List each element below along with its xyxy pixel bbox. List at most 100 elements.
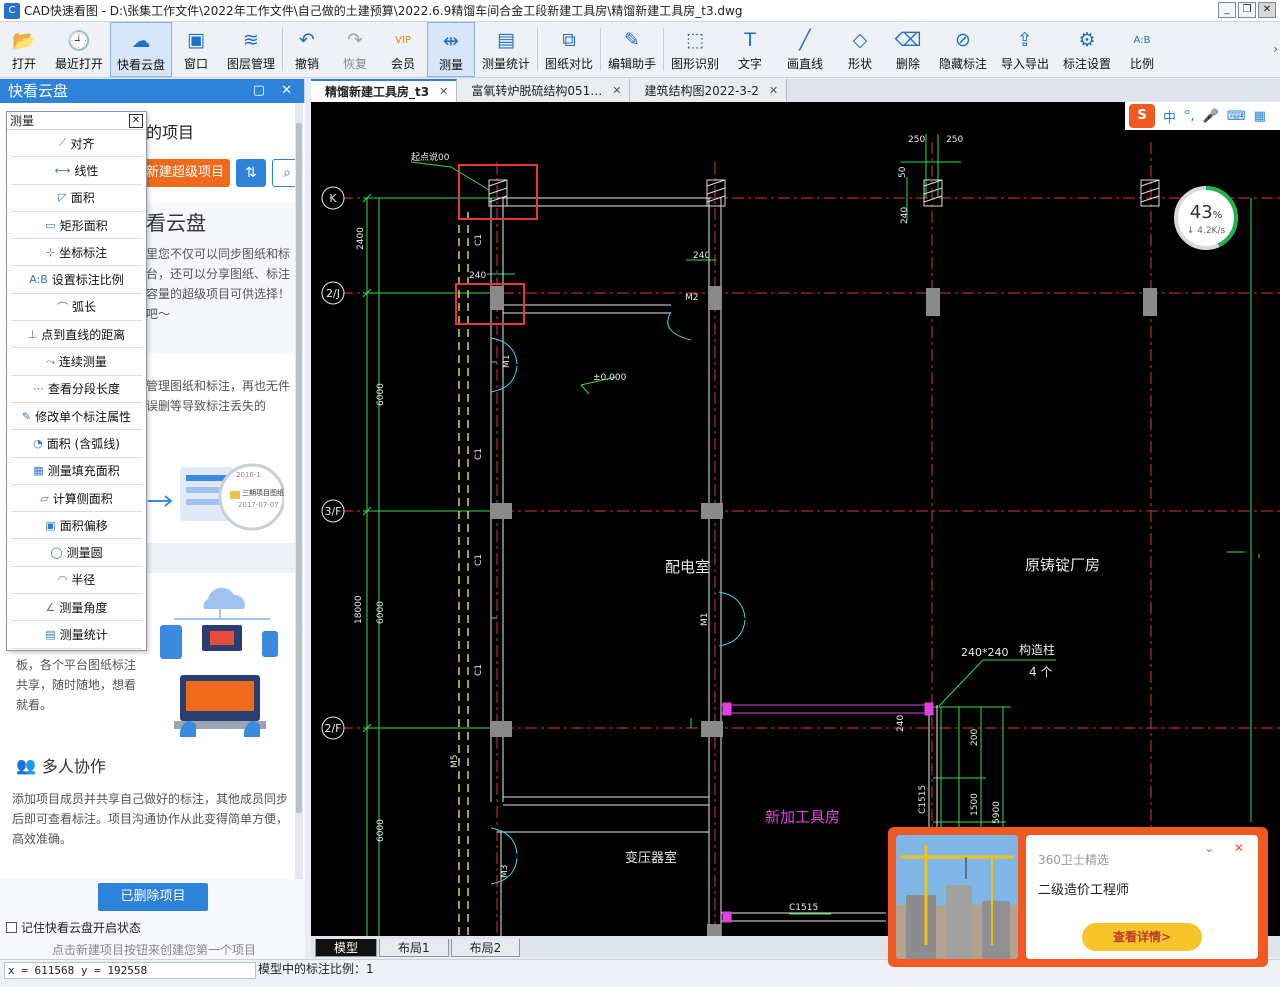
- toolbar-button-1[interactable]: 🕘 最近打开: [48, 22, 110, 77]
- toolbar-button-0[interactable]: 📂 打开: [0, 22, 48, 77]
- measure-menu-item[interactable]: ⤳ 连续测量: [11, 348, 142, 376]
- toolbar-button-20[interactable]: A:B 比例: [1118, 22, 1166, 77]
- measure-menu-item[interactable]: ◠ 半径: [11, 567, 142, 595]
- measure-menu-item[interactable]: ▱ 计算侧面积: [11, 485, 142, 513]
- remember-state-option[interactable]: 记住快看云盘开启状态: [6, 919, 141, 936]
- sync-icon[interactable]: ⇅: [236, 159, 266, 187]
- toolbar-button-5[interactable]: ↶ 撤销: [283, 22, 331, 77]
- toolbar-button-3[interactable]: ▣ 窗口: [172, 22, 220, 77]
- measure-menu-item[interactable]: ∠ 测量角度: [11, 594, 142, 622]
- toolbar-button-14[interactable]: ╱ 画直线: [774, 22, 836, 77]
- room-label-power: 配电室: [665, 558, 710, 576]
- ime-punctuation[interactable]: °,: [1184, 109, 1195, 124]
- toolbar-button-10[interactable]: ⧉ 图纸对比: [538, 22, 600, 77]
- measure-tool-icon: ◔: [33, 436, 43, 450]
- measure-menu-item-label: 查看分段长度: [47, 382, 120, 397]
- arrow-right-icon: [148, 495, 173, 507]
- document-tab[interactable]: 精馏新建工具房_t3 ✕: [311, 79, 458, 102]
- toolbar-button-12[interactable]: ⬚ 图形识别: [664, 22, 726, 77]
- toolbar-button-6[interactable]: ↷ 恢复: [331, 22, 379, 77]
- tab-close-icon[interactable]: ✕: [769, 84, 778, 97]
- microphone-icon[interactable]: 🎤: [1203, 109, 1219, 124]
- toolbar-button-8[interactable]: ⇹ 测量: [427, 22, 475, 77]
- document-tab[interactable]: 建筑结构图2022-3-2 ✕: [630, 79, 788, 102]
- sogou-logo-icon[interactable]: S: [1129, 104, 1155, 128]
- ad-popup[interactable]: ⌄ ✕ 360卫士精选 二级造价工程师 查看详情>: [888, 827, 1268, 967]
- measure-menu-item[interactable]: ⋯ 查看分段长度: [11, 376, 142, 403]
- network-speed-widget[interactable]: 43% ↓ 4.2K/s: [1174, 186, 1238, 250]
- toolbar-label: 撤销: [294, 57, 319, 71]
- toolbar-button-7[interactable]: VIP 会员: [379, 22, 427, 77]
- toolbar-button-11[interactable]: ✎ 编辑助手: [601, 22, 663, 77]
- remember-state-checkbox[interactable]: [6, 922, 17, 933]
- measure-menu-item[interactable]: ⊥ 点到直线的距离: [11, 321, 142, 349]
- toolbar-button-2[interactable]: ☁ 快看云盘: [110, 22, 172, 77]
- layout-tab[interactable]: 布局2: [450, 939, 521, 957]
- measure-tool-icon: ▱: [40, 491, 49, 505]
- drawing-canvas[interactable]: K 2/J 3/F 2/F 配电室 原铸锭厂房 新加工具房 变压器室 250 2…: [311, 102, 1280, 936]
- multi-platform-text: 板，各个平台图纸标注共享，随时随地，想看就看。: [16, 658, 137, 712]
- room-labels: 配电室 原铸锭厂房 新加工具房 变压器室: [625, 556, 1100, 866]
- toolbar-button-18[interactable]: ⇪ 导入导出: [994, 22, 1056, 77]
- measure-menu-item[interactable]: ◯ 测量圆: [11, 539, 142, 567]
- minimize-button[interactable]: _: [1218, 2, 1236, 18]
- keyboard-icon[interactable]: ⌨: [1227, 109, 1246, 124]
- toolbar-more-icon[interactable]: ›: [1273, 42, 1278, 56]
- toolbar-button-9[interactable]: ▤ 测量统计: [475, 22, 537, 77]
- ad-title[interactable]: 二级造价工程师: [1038, 879, 1129, 898]
- scrollbar-thumb[interactable]: [296, 123, 302, 813]
- tab-close-icon[interactable]: ✕: [439, 85, 448, 98]
- ime-language[interactable]: 中: [1163, 107, 1176, 126]
- cloud-panel-scrollbar[interactable]: [295, 103, 303, 879]
- ad-image[interactable]: [896, 835, 1018, 959]
- toolbar-button-16[interactable]: ⌫ 删除: [884, 22, 932, 77]
- toolbar-button-4[interactable]: ≋ 图层管理: [220, 22, 282, 77]
- toolbar-button-15[interactable]: ◇ 形状: [836, 22, 884, 77]
- measure-tool-icon: ◸: [58, 191, 67, 205]
- deleted-projects-button[interactable]: 已删除项目: [98, 883, 208, 911]
- close-button[interactable]: ✕: [1258, 2, 1276, 18]
- maximize-button[interactable]: ❐: [1238, 2, 1256, 18]
- ad-details-button[interactable]: 查看详情>: [1082, 923, 1202, 951]
- measure-menu-item[interactable]: ⟷ 线性: [11, 157, 142, 185]
- close-icon[interactable]: ✕: [129, 113, 143, 128]
- svg-text:18000: 18000: [354, 595, 364, 624]
- toolbar-label: 打开: [11, 57, 36, 71]
- document-tab[interactable]: 富氧转炉脱硫结构051… ✕: [457, 79, 631, 102]
- measure-menu-item[interactable]: ▣ 面积偏移: [11, 512, 142, 540]
- measure-menu-item[interactable]: ⊹ 坐标标注: [11, 239, 142, 267]
- layout-tab[interactable]: 布局1: [379, 939, 449, 957]
- cad-drawing[interactable]: K 2/J 3/F 2/F 配电室 原铸锭厂房 新加工具房 变压器室 250 2…: [311, 102, 1280, 936]
- room-label-transformer: 变压器室: [625, 850, 677, 866]
- ad-controls[interactable]: ⌄ ✕: [1204, 841, 1252, 855]
- measure-menu-item[interactable]: ◔ 面积 (含弧线): [11, 430, 142, 458]
- toolbar-button-19[interactable]: ⚙ 标注设置: [1056, 22, 1118, 77]
- svg-text:2016-1: 2016-1: [236, 471, 261, 479]
- ime-toolbar[interactable]: S 中 °, 🎤 ⌨ ▦: [1125, 102, 1280, 130]
- scale-icon: A:B: [1133, 34, 1151, 46]
- grid-menu-icon[interactable]: ▦: [1254, 109, 1266, 124]
- svg-text:200: 200: [970, 729, 980, 746]
- toolbar-button-13[interactable]: T 文字: [726, 22, 774, 77]
- layout-tab[interactable]: 模型: [315, 939, 378, 957]
- measure-menu-item[interactable]: ⌒ 弧长: [11, 294, 142, 322]
- project-list-title: 的项目: [146, 123, 195, 142]
- window-title: CAD快速看图 - D:\张集工作文件\2022年工作文件\自己做的土建预算\2…: [24, 4, 743, 18]
- eraser-icon: ⌫: [894, 29, 922, 51]
- tab-close-icon[interactable]: ✕: [612, 84, 621, 97]
- document-tab-label: 建筑结构图2022-3-2: [644, 84, 759, 98]
- measure-menu-item[interactable]: ⟋ 对齐: [11, 130, 142, 158]
- new-super-project-button[interactable]: 新建超级项目: [140, 159, 230, 187]
- ad-source: 360卫士精选: [1038, 853, 1109, 867]
- toolbar-button-17[interactable]: ⊘ 隐藏标注: [932, 22, 994, 77]
- cloud-panel-header-buttons[interactable]: ▢ ✕: [253, 79, 298, 103]
- svg-text:C1: C1: [474, 554, 484, 566]
- measure-menu-item[interactable]: ▤ 测量统计: [11, 621, 142, 649]
- measure-menu-item[interactable]: ▭ 矩形面积: [11, 212, 142, 240]
- measure-menu-item[interactable]: ▦ 测量填充面积: [11, 458, 142, 485]
- measure-menu-item[interactable]: A:B 设置标注比例: [11, 266, 142, 294]
- speed-rate: ↓ 4.2K/s: [1186, 226, 1226, 236]
- measure-menu-item[interactable]: ◸ 面积: [11, 185, 142, 212]
- toolbar-label: 图纸对比: [544, 57, 593, 71]
- measure-menu-item[interactable]: ✎ 修改单个标注属性: [11, 403, 142, 431]
